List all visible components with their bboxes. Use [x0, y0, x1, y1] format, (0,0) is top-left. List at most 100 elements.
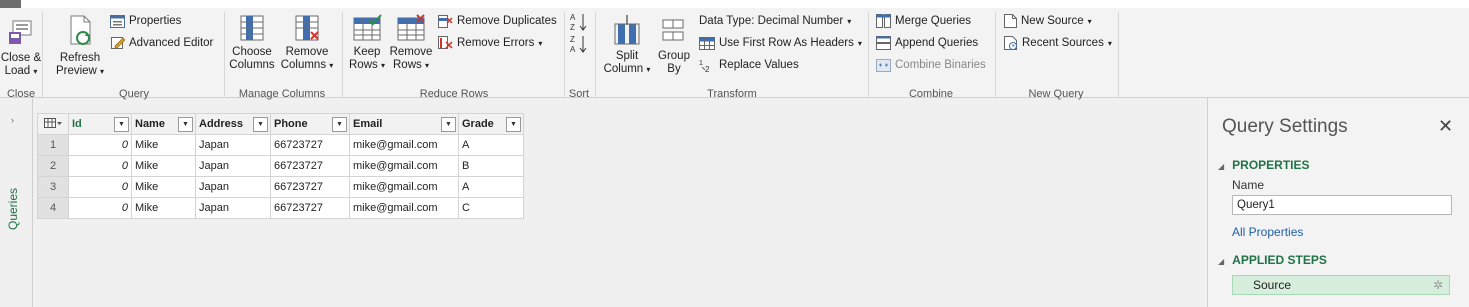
- queries-pane-label[interactable]: Queries: [6, 180, 20, 230]
- properties-section-header[interactable]: ◢ PROPERTIES: [1218, 158, 1310, 172]
- row-number[interactable]: 4: [37, 197, 69, 219]
- column-header-grade[interactable]: Grade ▼: [458, 113, 524, 135]
- sort-ascending-button[interactable]: AZ: [570, 12, 588, 32]
- split-column-label-1: Split: [615, 50, 639, 62]
- use-first-row-as-headers-button[interactable]: Use First Row As Headers ▾: [699, 35, 862, 51]
- svg-text:A: A: [570, 13, 576, 22]
- cell-phone[interactable]: 66723727: [270, 176, 350, 198]
- table-row[interactable]: 2 0 Mike Japan 66723727 mike@gmail.com B: [37, 155, 524, 177]
- recent-sources-button[interactable]: Recent Sources ▾: [1004, 35, 1112, 51]
- remove-duplicates-icon: [438, 14, 453, 28]
- group-label-query: Query: [119, 88, 149, 100]
- cell-grade[interactable]: B: [458, 155, 524, 177]
- append-queries-label: Append Queries: [895, 37, 979, 49]
- remove-rows-label-1: Remove: [389, 46, 433, 58]
- cell-email[interactable]: mike@gmail.com: [349, 134, 459, 156]
- filter-dropdown-icon[interactable]: ▼: [441, 117, 456, 132]
- remove-rows-button[interactable]: Remove Rows ▾: [389, 14, 433, 72]
- remove-duplicates-button[interactable]: Remove Duplicates: [438, 13, 557, 29]
- table-menu-button[interactable]: [37, 113, 69, 135]
- cell-name[interactable]: Mike: [131, 197, 196, 219]
- table-row[interactable]: 4 0 Mike Japan 66723727 mike@gmail.com C: [37, 197, 524, 219]
- column-header-address[interactable]: Address ▼: [195, 113, 271, 135]
- column-header-id[interactable]: Id ▼: [68, 113, 132, 135]
- cell-phone[interactable]: 66723727: [270, 155, 350, 177]
- collapse-triangle-icon[interactable]: ◢: [1218, 257, 1224, 266]
- query-name-input[interactable]: [1232, 195, 1452, 215]
- cell-name[interactable]: Mike: [131, 176, 196, 198]
- cell-address[interactable]: Japan: [195, 197, 271, 219]
- applied-step-item[interactable]: Source ✲: [1232, 275, 1450, 295]
- choose-columns-button[interactable]: Choose Columns: [228, 14, 276, 72]
- applied-steps-section-header[interactable]: ◢ APPLIED STEPS: [1218, 253, 1327, 267]
- remove-columns-button[interactable]: Remove Columns ▾: [280, 14, 334, 72]
- column-header-name[interactable]: Name ▼: [131, 113, 196, 135]
- column-header-email[interactable]: Email ▼: [349, 113, 459, 135]
- new-source-icon: [1004, 14, 1017, 28]
- close-and-load-button[interactable]: Close & Load ▾: [0, 18, 42, 78]
- filter-dropdown-icon[interactable]: ▼: [253, 117, 268, 132]
- gear-icon[interactable]: ✲: [1433, 276, 1443, 294]
- file-tab[interactable]: [0, 0, 21, 8]
- cell-id[interactable]: 0: [68, 155, 132, 177]
- query-settings-pane: Query Settings ✕ ◢ PROPERTIES Name All Pr…: [1207, 98, 1469, 307]
- sort-descending-button[interactable]: ZA: [570, 34, 588, 54]
- remove-errors-button[interactable]: Remove Errors ▾: [438, 35, 542, 51]
- ribbon: Close & Load ▾ Close Refresh Preview ▾ P…: [0, 8, 1469, 100]
- append-queries-button[interactable]: Append Queries: [876, 35, 978, 51]
- cell-id[interactable]: 0: [68, 134, 132, 156]
- split-column-button[interactable]: Split Column ▾: [600, 14, 654, 76]
- group-by-button[interactable]: Group By: [656, 14, 692, 76]
- refresh-preview-button[interactable]: Refresh Preview ▾: [52, 14, 108, 78]
- column-header-phone[interactable]: Phone ▼: [270, 113, 350, 135]
- close-icon[interactable]: ✕: [1438, 116, 1453, 137]
- filter-dropdown-icon[interactable]: ▼: [178, 117, 193, 132]
- cell-name[interactable]: Mike: [131, 155, 196, 177]
- chevron-down-icon: ▾: [33, 67, 38, 76]
- cell-grade[interactable]: A: [458, 134, 524, 156]
- cell-email[interactable]: mike@gmail.com: [349, 197, 459, 219]
- row-number[interactable]: 3: [37, 176, 69, 198]
- replace-values-icon: 12: [699, 60, 710, 73]
- queries-pane[interactable]: › Queries: [0, 98, 33, 307]
- remove-rows-label-2: Rows: [393, 59, 422, 71]
- advanced-editor-button[interactable]: Advanced Editor: [110, 35, 213, 51]
- all-properties-link[interactable]: All Properties: [1232, 225, 1303, 239]
- collapse-triangle-icon[interactable]: ◢: [1218, 162, 1224, 171]
- filter-dropdown-icon[interactable]: ▼: [332, 117, 347, 132]
- cell-grade[interactable]: C: [458, 197, 524, 219]
- group-label-new-query: New Query: [1028, 88, 1084, 100]
- merge-queries-label: Merge Queries: [895, 15, 972, 27]
- cell-address[interactable]: Japan: [195, 176, 271, 198]
- row-number[interactable]: 2: [37, 155, 69, 177]
- new-source-button[interactable]: New Source ▾: [1004, 13, 1092, 29]
- data-type-dropdown[interactable]: Data Type: Decimal Number ▾: [699, 13, 851, 29]
- group-label-manage-columns: Manage Columns: [238, 88, 326, 100]
- table-row[interactable]: 3 0 Mike Japan 66723727 mike@gmail.com A: [37, 176, 524, 198]
- replace-values-button[interactable]: 12 Replace Values: [699, 57, 799, 73]
- table-row[interactable]: 1 0 Mike Japan 66723727 mike@gmail.com A: [37, 134, 524, 156]
- keep-rows-label-1: Keep: [353, 46, 381, 58]
- cell-grade[interactable]: A: [458, 176, 524, 198]
- keep-rows-button[interactable]: Keep Rows ▾: [346, 14, 388, 72]
- cell-name[interactable]: Mike: [131, 134, 196, 156]
- filter-dropdown-icon[interactable]: ▼: [114, 117, 129, 132]
- data-preview-grid: Id ▼ Name ▼ Address ▼ Phone ▼ Email ▼ Grade ▼ …: [37, 113, 524, 219]
- cell-email[interactable]: mike@gmail.com: [349, 176, 459, 198]
- cell-phone[interactable]: 66723727: [270, 197, 350, 219]
- cell-id[interactable]: 0: [68, 197, 132, 219]
- row-number[interactable]: 1: [37, 134, 69, 156]
- remove-rows-icon: [397, 14, 425, 41]
- remove-errors-label: Remove Errors: [457, 37, 535, 49]
- cell-email[interactable]: mike@gmail.com: [349, 155, 459, 177]
- group-by-label-2: By: [667, 63, 681, 75]
- combine-binaries-button[interactable]: Combine Binaries: [876, 57, 986, 73]
- cell-id[interactable]: 0: [68, 176, 132, 198]
- filter-dropdown-icon[interactable]: ▼: [506, 117, 521, 132]
- cell-address[interactable]: Japan: [195, 134, 271, 156]
- properties-button[interactable]: Properties: [110, 13, 181, 29]
- expand-chevron-icon[interactable]: ›: [11, 115, 14, 125]
- cell-address[interactable]: Japan: [195, 155, 271, 177]
- cell-phone[interactable]: 66723727: [270, 134, 350, 156]
- merge-queries-button[interactable]: Merge Queries: [876, 13, 971, 29]
